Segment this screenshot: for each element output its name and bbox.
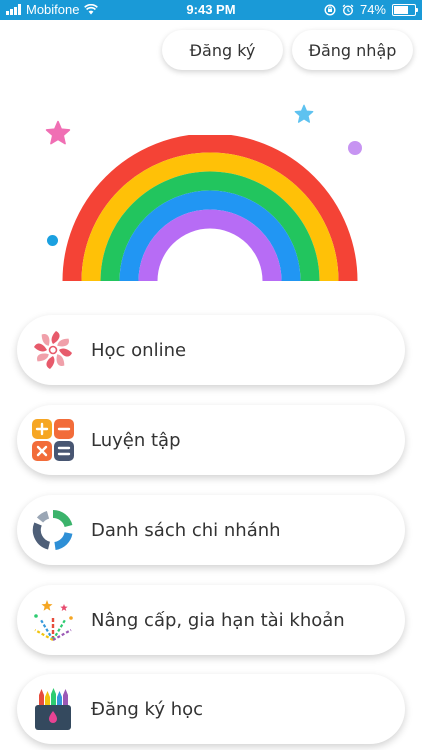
menu-item-dang-ky-hoc[interactable]: Đăng ký học: [17, 674, 405, 744]
alarm-icon: [342, 4, 354, 16]
decoration-blue-star: [294, 104, 314, 123]
rainbow-illustration: [62, 135, 358, 282]
login-button[interactable]: Đăng nhập: [292, 30, 413, 70]
calculator-icon: [31, 418, 75, 462]
menu-item-label: Danh sách chi nhánh: [91, 519, 281, 541]
menu-item-danh-sach-chi-nhanh[interactable]: Danh sách chi nhánh: [17, 495, 405, 565]
menu-item-label: Nâng cấp, gia hạn tài khoản: [91, 609, 345, 631]
pinwheel-icon: [31, 328, 75, 372]
fireworks-icon: [31, 598, 75, 642]
branch-circle-icon: [31, 508, 75, 552]
status-bar: Mobifone 9:43 PM 74%: [0, 0, 422, 20]
menu-item-luyen-tap[interactable]: Luyện tập: [17, 405, 405, 475]
rotation-lock-icon: [324, 3, 336, 16]
battery-icon: [392, 3, 418, 16]
register-button[interactable]: Đăng ký: [162, 30, 283, 70]
decoration-blue-dot: [47, 235, 58, 246]
crayons-icon: [31, 687, 75, 731]
battery-percent: 74%: [359, 2, 386, 17]
menu-item-hoc-online[interactable]: Học online: [17, 315, 405, 385]
menu-item-label: Đăng ký học: [91, 698, 204, 720]
menu-item-nang-cap[interactable]: Nâng cấp, gia hạn tài khoản: [17, 585, 405, 655]
menu-item-label: Luyện tập: [91, 429, 181, 451]
menu-item-label: Học online: [91, 339, 187, 361]
